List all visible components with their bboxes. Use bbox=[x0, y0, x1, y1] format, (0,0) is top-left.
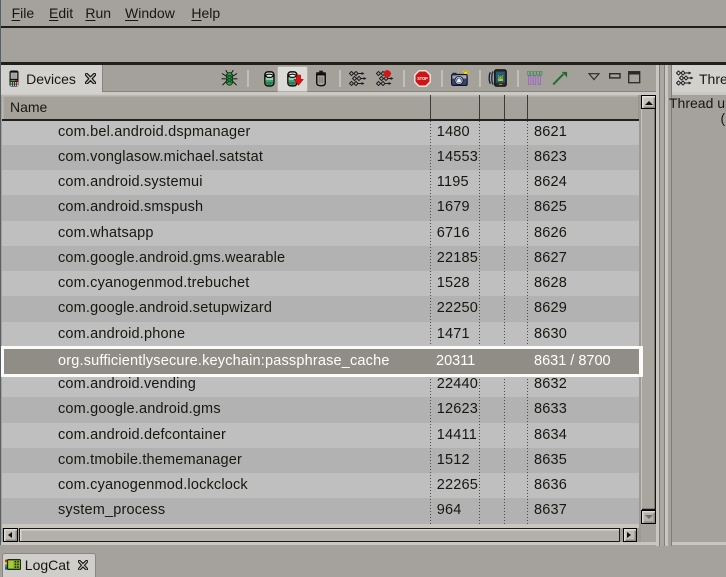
svg-text:STOP: STOP bbox=[417, 76, 428, 81]
